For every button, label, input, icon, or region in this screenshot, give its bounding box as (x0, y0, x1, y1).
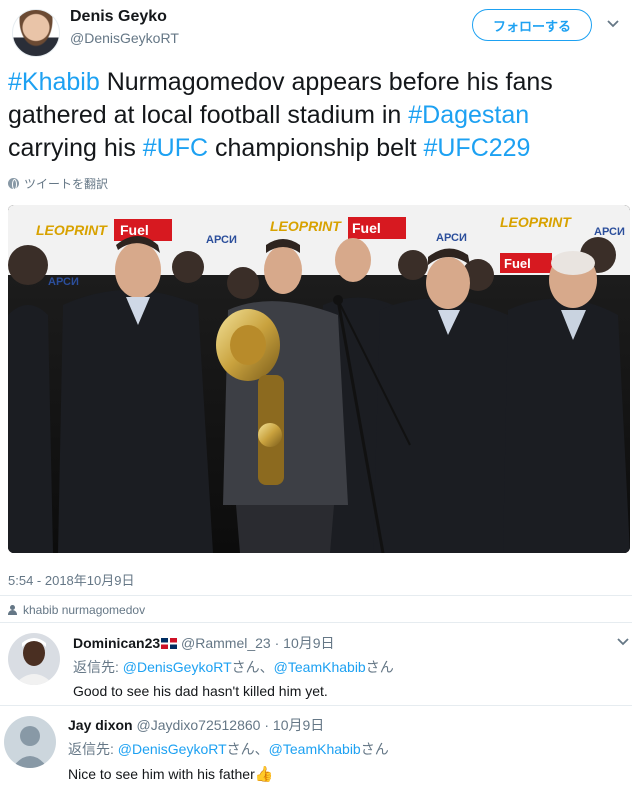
thumbs-up-icon: 👍 (254, 766, 274, 783)
reply-text: Nice to see him with his father👍 (68, 765, 273, 783)
reply-author-name[interactable]: Jay dixon (68, 717, 133, 733)
separator-dot: · (274, 635, 280, 651)
reply-date[interactable]: 10月9日 (283, 635, 334, 651)
separator-dot: · (264, 717, 270, 733)
divider (0, 595, 632, 596)
reply-header: Dominican23 @Rammel_23 · 10月9日 (73, 633, 335, 653)
reply-to-line: 返信先: @DenisGeykoRTさん、@TeamKhabibさん (68, 739, 389, 759)
reply-date[interactable]: 10月9日 (273, 717, 324, 733)
hashtag-link[interactable]: #UFC (143, 134, 208, 162)
chevron-down-icon[interactable] (606, 17, 620, 31)
reply-to-line: 返信先: @DenisGeykoRTさん、@TeamKhabibさん (73, 657, 394, 677)
hashtag-link[interactable]: #UFC229 (423, 134, 530, 162)
tweet-text: #Khabib Nurmagomedov appears before his … (8, 66, 624, 165)
mention-link[interactable]: @DenisGeykoRT (123, 659, 232, 675)
tweet-text-segment: carrying his (8, 134, 143, 162)
reply-to-prefix: 返信先: (68, 741, 118, 757)
chevron-down-icon[interactable] (616, 635, 630, 649)
reply-to-separator: さん、 (231, 659, 274, 675)
default-avatar-icon (4, 716, 56, 768)
reply-item[interactable]: Jay dixon @Jaydixo72512860 · 10月9日 返信先: … (0, 706, 632, 787)
banner-text: АРСИ (436, 232, 467, 244)
author-avatar[interactable] (12, 9, 60, 57)
translate-label: ツイートを翻訳 (24, 177, 109, 191)
tagged-user-name: khabib nurmagomedov (23, 603, 146, 617)
banner-text: Fuel (504, 256, 531, 271)
banner-text: LEOPRINT (36, 222, 108, 238)
tweet-text-segment: championship belt (208, 134, 424, 162)
person-icon (8, 605, 17, 615)
banner-text: АРСИ (206, 234, 237, 246)
globe-icon (8, 178, 19, 190)
tweet-timestamp[interactable]: 5:54 - 2018年10月9日 (8, 570, 134, 589)
reply-header: Jay dixon @Jaydixo72512860 · 10月9日 (68, 715, 324, 735)
reply-to-suffix: さん (365, 659, 394, 675)
author-handle[interactable]: @DenisGeykoRT (70, 30, 179, 46)
dominican-flag-icon (161, 638, 178, 649)
reply-author-name[interactable]: Dominican23 (73, 635, 160, 651)
banner-text: АРСИ (48, 276, 79, 288)
banner-text: LEOPRINT (270, 218, 342, 234)
follow-button[interactable]: フォローする (472, 9, 592, 41)
reply-author-handle[interactable]: @Jaydixo72512860 (136, 717, 260, 733)
banner-text: Fuel (120, 222, 149, 238)
tweet-header: Denis Geyko @DenisGeykoRT フォローする (0, 0, 632, 60)
mention-link[interactable]: @TeamKhabib (274, 659, 366, 675)
hashtag-link[interactable]: #Dagestan (408, 101, 529, 129)
reply-text: Good to see his dad hasn't killed him ye… (73, 683, 328, 699)
banner-text: Fuel (352, 220, 381, 236)
hashtag-link[interactable]: #Khabib (8, 68, 100, 96)
author-name[interactable]: Denis Geyko (70, 8, 167, 26)
photo-scene: LEOPRINT Fuel АРСИ LEOPRINT Fuel АРСИ LE… (8, 205, 630, 553)
reply-avatar[interactable] (8, 633, 60, 685)
reply-item[interactable]: Dominican23 @Rammel_23 · 10月9日 返信先: @Den… (0, 623, 632, 705)
reply-author-handle[interactable]: @Rammel_23 (181, 635, 271, 651)
reply-to-separator: さん、 (226, 741, 269, 757)
avatar-image (8, 633, 60, 685)
mention-link[interactable]: @TeamKhabib (269, 741, 361, 757)
reply-to-prefix: 返信先: (73, 659, 123, 675)
mention-link[interactable]: @DenisGeykoRT (118, 741, 227, 757)
banner-text: LEOPRINT (500, 214, 572, 230)
reply-avatar[interactable] (4, 716, 56, 768)
reply-to-suffix: さん (360, 741, 389, 757)
banner-text: АРСИ (594, 226, 625, 238)
tagged-user[interactable]: khabib nurmagomedov (8, 603, 145, 617)
tweet-photo[interactable]: LEOPRINT Fuel АРСИ LEOPRINT Fuel АРСИ LE… (8, 205, 630, 553)
translate-tweet-link[interactable]: ツイートを翻訳 (8, 175, 108, 192)
reply-text-content: Nice to see him with his father (68, 766, 255, 782)
